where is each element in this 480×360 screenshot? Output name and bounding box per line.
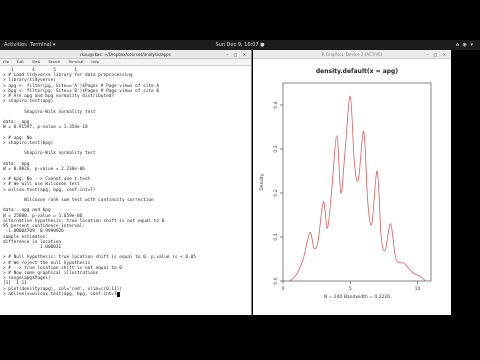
menu-file[interactable]: File	[3, 60, 9, 64]
x-tick-label: 5	[349, 286, 352, 292]
terminal-titlebar[interactable]: rkau@rkas: ~/Dropbox/courses/analysis/ap…	[0, 50, 251, 59]
system-top-bar: Activities Terminal ▾ Sun Dec 9, 16:07 ●…	[0, 40, 480, 50]
density-plot: density.default(x = apg) 0 5 10 0.0 0.1 0.2 0.3…	[259, 68, 432, 300]
terminal-cursor	[116, 291, 120, 297]
menu-view[interactable]: View	[32, 60, 40, 64]
clock[interactable]: Sun Dec 9, 16:07 ●	[0, 40, 480, 50]
system-tray-icons[interactable]: ⌂ ◉ ▾	[456, 40, 474, 50]
terminal-line: > abline(v=wilcox.test(apg, bpg, conf.in…	[3, 291, 251, 297]
plot-titlebar[interactable]: R Graphics: Device 2 (ACTIVE) – □ ×	[253, 50, 451, 59]
y-axis-label: Density	[259, 173, 265, 190]
terminal-window-controls[interactable]: – □ ×	[226, 50, 248, 59]
menu-help[interactable]: Help	[91, 60, 99, 64]
terminal-menubar: File Edit View Search Terminal Help	[0, 59, 251, 66]
r-graphics-window[interactable]: R Graphics: Device 2 (ACTIVE) – □ × dens…	[253, 50, 451, 315]
menu-edit[interactable]: Edit	[17, 60, 24, 64]
terminal-window[interactable]: rkau@rkas: ~/Dropbox/courses/analysis/ap…	[0, 50, 252, 315]
menu-terminal[interactable]: Terminal	[68, 60, 83, 64]
chart-title: density.default(x = apg)	[316, 68, 398, 75]
terminal-output[interactable]: 1 4 5 1 > # Load tidyverse library for da…	[0, 66, 251, 297]
y-tick-label: 0.3	[273, 145, 279, 152]
plot-window-controls[interactable]: – □ ×	[426, 50, 448, 59]
y-tick-label: 0.1	[273, 233, 279, 240]
terminal-title: rkau@rkas: ~/Dropbox/courses/analysis/ap…	[80, 52, 171, 57]
menu-search[interactable]: Search	[48, 60, 60, 64]
x-tick-label: 10	[415, 286, 421, 292]
x-axis-label: N = 240 Bandwidth = 0.2226	[324, 294, 390, 300]
y-tick-label: 0.4	[273, 101, 279, 108]
density-line	[289, 95, 426, 282]
y-tick-label: 0.0	[273, 277, 279, 284]
x-tick-label: 0	[282, 286, 285, 292]
plot-window-title: R Graphics: Device 2 (ACTIVE)	[321, 52, 383, 57]
y-tick-label: 0.2	[273, 189, 279, 196]
